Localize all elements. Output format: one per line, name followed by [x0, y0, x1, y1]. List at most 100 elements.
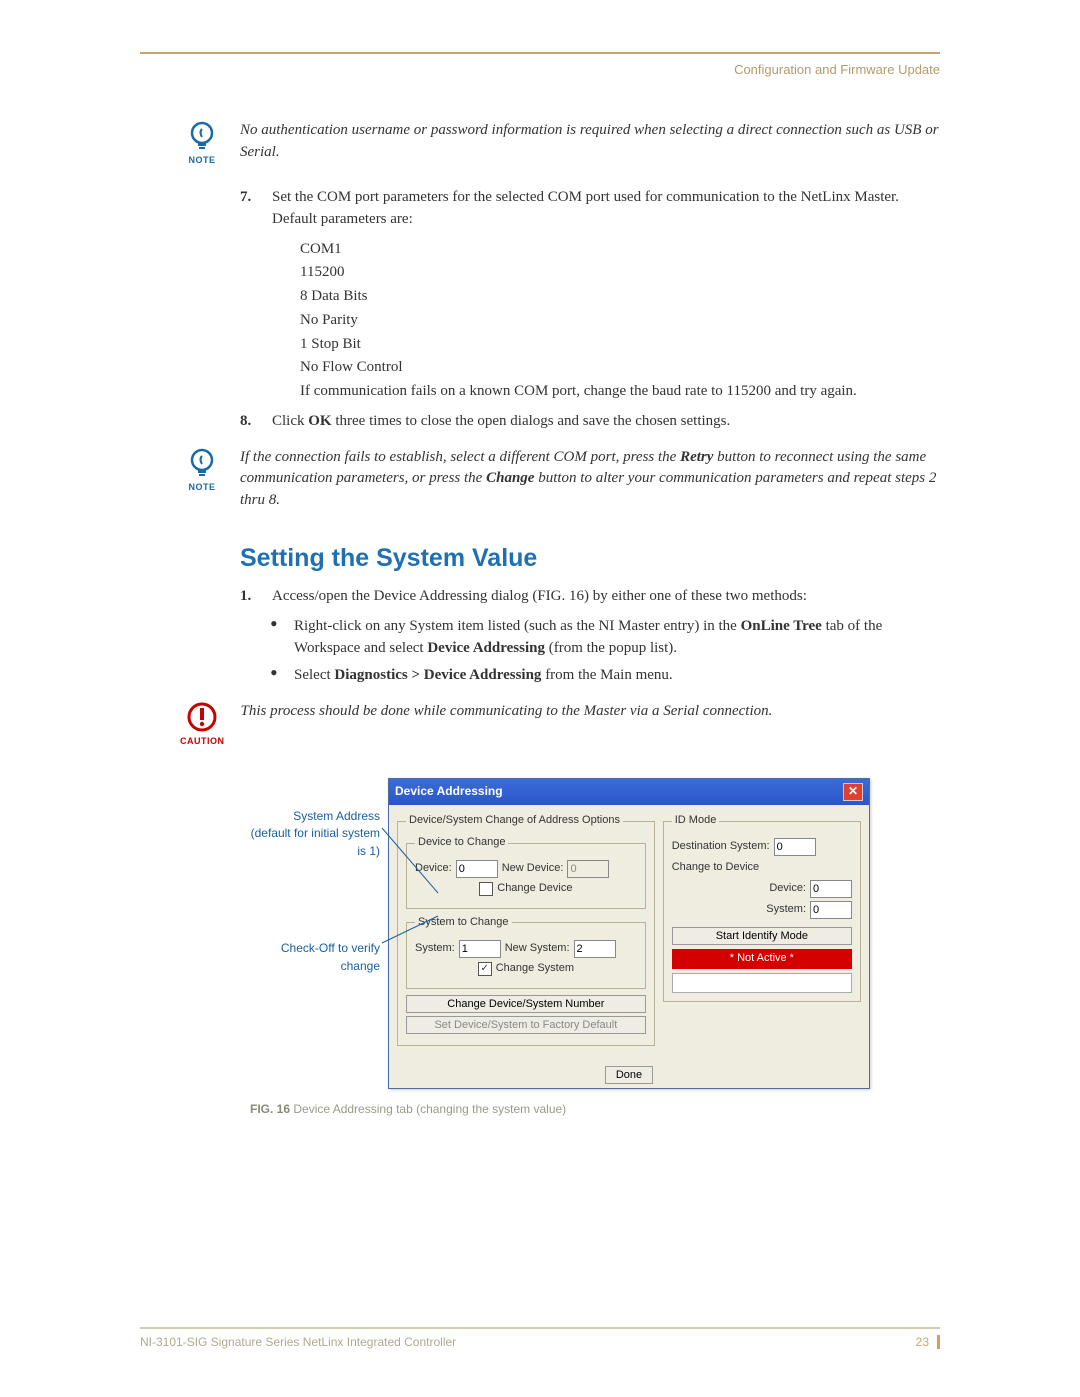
param: No Flow Control [300, 357, 940, 379]
legend: ID Mode [672, 813, 720, 829]
dest-system-input[interactable] [774, 838, 816, 856]
new-device-input[interactable] [567, 860, 609, 878]
caution-icon: CAUTION [180, 701, 225, 748]
n2-b: Retry [680, 449, 713, 465]
exclamation-icon [186, 701, 218, 733]
caution-label: CAUTION [180, 735, 225, 748]
note-text: No authentication username or password i… [240, 120, 940, 164]
page-number: 23 [916, 1335, 940, 1349]
done-button[interactable]: Done [605, 1066, 653, 1084]
device-addressing-dialog: Device Addressing ✕ Device/System Change… [388, 778, 870, 1089]
top-rule [140, 52, 940, 54]
device2-label: Device: [769, 881, 806, 897]
dest-system-label: Destination System: [672, 839, 770, 855]
callout-system-address: System Address (default for initial syst… [250, 808, 380, 860]
group-device-to-change: Device to Change Device: New Device: C [406, 835, 646, 909]
factory-default-button[interactable]: Set Device/System to Factory Default [406, 1016, 646, 1034]
bullet-dot: • [270, 665, 284, 687]
callout-check-off: Check-Off to verify change [250, 940, 380, 975]
right-column: ID Mode Destination System: Change to De… [663, 813, 861, 1052]
figure-16: System Address (default for initial syst… [250, 778, 940, 1089]
bullet-2: • Select Diagnostics > Device Addressing… [270, 665, 940, 687]
s8-prefix: Click [272, 413, 308, 429]
lightbulb-icon [186, 120, 218, 152]
header-section-title: Configuration and Firmware Update [734, 62, 940, 77]
status-not-active: * Not Active * [672, 949, 852, 969]
status-empty [672, 973, 852, 993]
step-7: 7. Set the COM port parameters for the s… [240, 187, 940, 231]
b1-d: Device Addressing [427, 640, 545, 656]
lightbulb-icon [186, 447, 218, 479]
bullet-list: • Right-click on any System item listed … [270, 616, 940, 687]
param: COM1 [300, 239, 940, 261]
page: Configuration and Firmware Update NOTE N… [0, 0, 1080, 1397]
b1-e: (from the popup list). [545, 640, 677, 656]
system2-label: System: [766, 902, 806, 918]
bullet-text: Right-click on any System item listed (s… [294, 616, 940, 660]
change-number-button[interactable]: Change Device/System Number [406, 995, 646, 1013]
step-body: Access/open the Device Addressing dialog… [272, 586, 940, 608]
figure-callouts: System Address (default for initial syst… [250, 778, 380, 975]
b2-c: from the Main menu. [541, 667, 672, 683]
dialog-body: Device/System Change of Address Options … [389, 805, 869, 1060]
new-system-label: New System: [505, 941, 570, 957]
step-number: 8. [240, 411, 262, 433]
change-system-checkbox[interactable]: ✓ [478, 962, 492, 976]
step-number: 1. [240, 586, 262, 608]
change-system-label: Change System [496, 961, 574, 977]
change-device-checkbox[interactable] [479, 882, 493, 896]
system-input[interactable] [459, 940, 501, 958]
s8-bold: OK [308, 413, 331, 429]
done-row: Done [389, 1060, 869, 1088]
page-footer: NI-3101-SIG Signature Series NetLinx Int… [140, 1327, 940, 1349]
step-body: Click OK three times to close the open d… [272, 411, 940, 433]
note-label: NOTE [180, 481, 224, 494]
caution-text: This process should be done while commun… [241, 701, 941, 723]
param: 1 Stop Bit [300, 334, 940, 356]
bullet-dot: • [270, 616, 284, 660]
b1-a: Right-click on any System item listed (s… [294, 618, 741, 634]
caption-bold: FIG. 16 [250, 1102, 290, 1116]
new-system-input[interactable] [574, 940, 616, 958]
bullet-1: • Right-click on any System item listed … [270, 616, 940, 660]
note-icon: NOTE [180, 120, 224, 167]
caution-block: CAUTION This process should be done whil… [180, 701, 940, 748]
step7-text-b: If communication fails on a known COM po… [300, 381, 940, 403]
group-id-mode: ID Mode Destination System: Change to De… [663, 813, 861, 1002]
new-device-label: New Device: [502, 861, 564, 877]
com-params: COM1 115200 8 Data Bits No Parity 1 Stop… [300, 239, 940, 403]
bullet-text: Select Diagnostics > Device Addressing f… [294, 665, 673, 687]
note-block-1: NOTE No authentication username or passw… [180, 120, 940, 167]
s8-suffix: three times to close the open dialogs an… [332, 413, 731, 429]
group-system-to-change: System to Change System: New System: ✓ [406, 915, 646, 989]
n2-a: If the connection fails to establish, se… [240, 449, 680, 465]
b2-b: Diagnostics > Device Addressing [334, 667, 541, 683]
note-text: If the connection fails to establish, se… [240, 447, 940, 512]
step-body: Set the COM port parameters for the sele… [272, 187, 940, 231]
note-label: NOTE [180, 154, 224, 167]
step-8: 8. Click OK three times to close the ope… [240, 411, 940, 433]
start-identify-button[interactable]: Start Identify Mode [672, 927, 852, 945]
figure-caption: FIG. 16 Device Addressing tab (changing … [250, 1101, 940, 1118]
caption-text: Device Addressing tab (changing the syst… [290, 1102, 566, 1116]
b1-b: OnLine Tree [741, 618, 822, 634]
change-device-label: Change Device [497, 881, 572, 897]
step7-text-a: Set the COM port parameters for the sele… [272, 189, 899, 227]
change-to-device-label: Change to Device [672, 860, 852, 876]
note-block-2: NOTE If the connection fails to establis… [180, 447, 940, 512]
footer-title: NI-3101-SIG Signature Series NetLinx Int… [140, 1335, 456, 1349]
step-1: 1. Access/open the Device Addressing dia… [240, 586, 940, 608]
n2-d: Change [486, 470, 534, 486]
dialog-titlebar[interactable]: Device Addressing ✕ [389, 779, 869, 805]
param: 115200 [300, 262, 940, 284]
close-icon[interactable]: ✕ [843, 783, 863, 801]
content: NOTE No authentication username or passw… [180, 120, 940, 1118]
b2-a: Select [294, 667, 334, 683]
device2-input[interactable] [810, 880, 852, 898]
param: No Parity [300, 310, 940, 332]
param: 8 Data Bits [300, 286, 940, 308]
leader-lines [380, 778, 440, 978]
device-input[interactable] [456, 860, 498, 878]
system2-input[interactable] [810, 901, 852, 919]
section-heading: Setting the System Value [240, 540, 940, 576]
